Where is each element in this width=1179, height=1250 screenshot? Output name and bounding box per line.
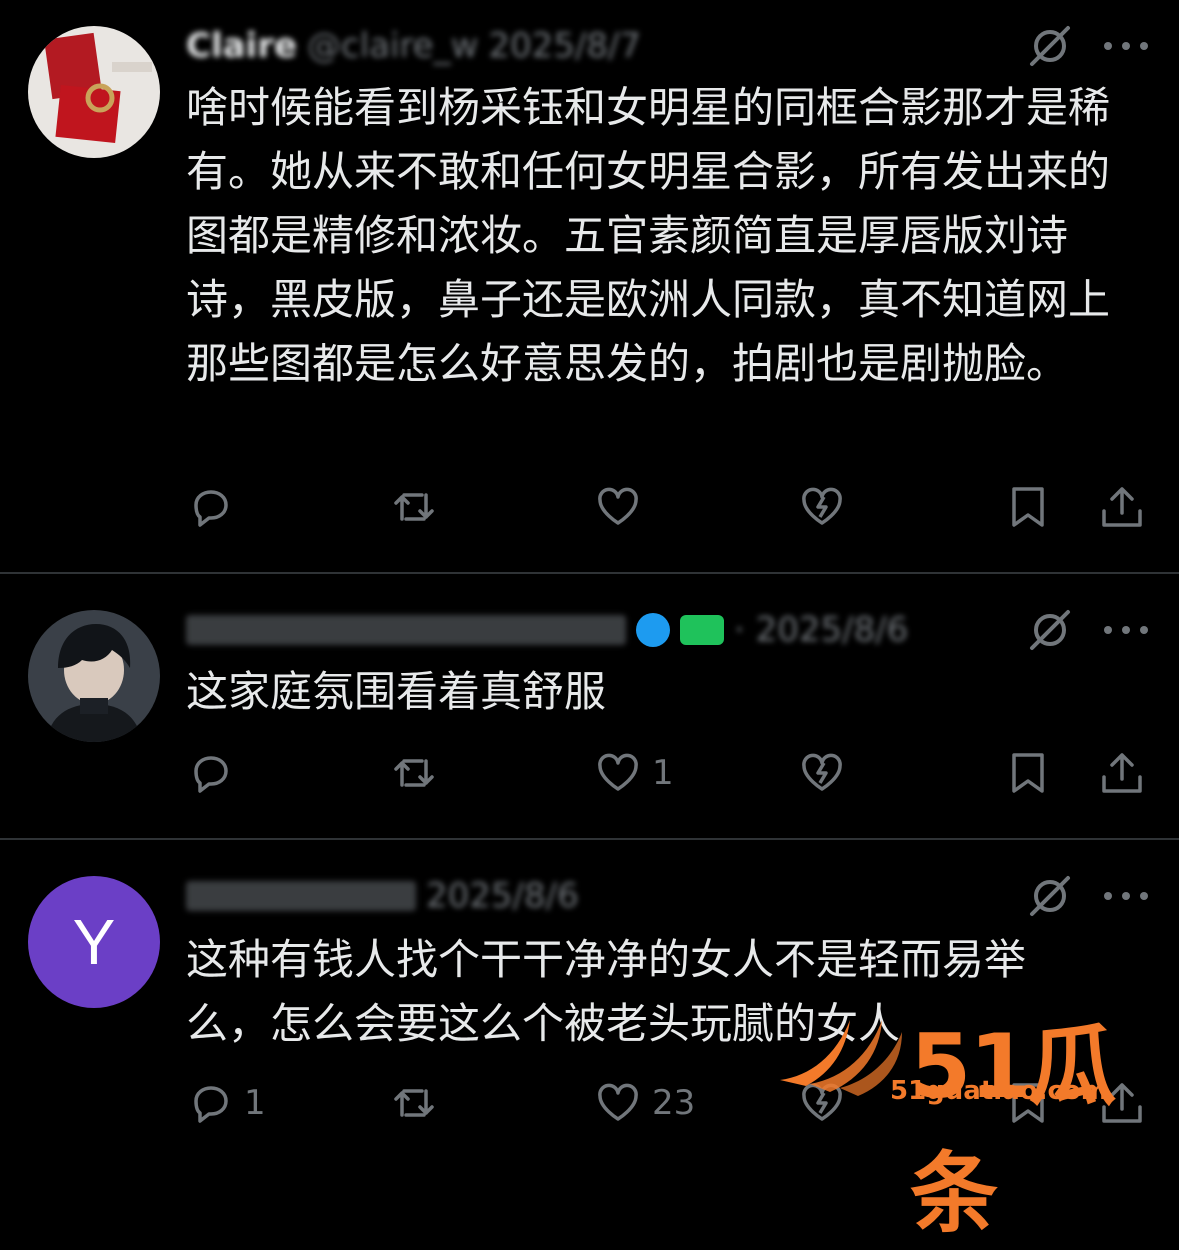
reply-button[interactable] bbox=[186, 482, 244, 532]
author-name[interactable]: Claire bbox=[186, 26, 297, 66]
reply-2[interactable]: · 2025/8/6 这家庭氛围看着真舒服 1 bbox=[0, 574, 1179, 838]
like-button[interactable]: 1 bbox=[594, 748, 674, 798]
more-icon[interactable] bbox=[1104, 620, 1148, 640]
reply-date[interactable]: · 2025/8/6 bbox=[734, 610, 908, 650]
watermark-title: 51瓜条 bbox=[910, 1015, 1116, 1245]
action-bar: 1 bbox=[0, 748, 1179, 798]
bookmark-icon bbox=[1012, 753, 1044, 793]
like-count: 23 bbox=[652, 1083, 696, 1123]
like-icon bbox=[598, 753, 638, 791]
reply-1[interactable]: Claire @claire_w 2025/8/7 啥时候能看到杨采钰和女明星的… bbox=[0, 0, 1179, 572]
like-icon bbox=[598, 487, 638, 525]
reply-header: · 2025/8/6 bbox=[186, 610, 908, 650]
like-button[interactable] bbox=[594, 482, 652, 532]
reply-icon bbox=[194, 756, 228, 793]
retweet-icon bbox=[394, 1089, 434, 1117]
dislike-icon bbox=[802, 753, 842, 791]
author-name[interactable] bbox=[186, 881, 416, 911]
watermark-logo: 51瓜条 51guatiao.com bbox=[760, 992, 1160, 1245]
like-icon bbox=[598, 1083, 638, 1121]
grok-icon[interactable] bbox=[1026, 872, 1074, 920]
share-icon bbox=[1102, 487, 1142, 527]
like-button[interactable]: 23 bbox=[594, 1078, 695, 1128]
share-button[interactable] bbox=[1098, 482, 1146, 532]
share-button[interactable] bbox=[1098, 748, 1146, 798]
reply-button[interactable] bbox=[186, 748, 244, 798]
avatar[interactable] bbox=[28, 610, 160, 742]
dislike-button[interactable] bbox=[798, 482, 846, 532]
bookmark-button[interactable] bbox=[1004, 482, 1052, 532]
author-name[interactable] bbox=[186, 615, 626, 645]
share-icon bbox=[1102, 753, 1142, 793]
reply-text: 啥时候能看到杨采钰和女明星的同框合影那才是稀有。她从来不敢和任何女明星合影，所有… bbox=[186, 83, 1111, 388]
retweet-button[interactable] bbox=[390, 1078, 438, 1128]
author-handle[interactable]: @claire_w bbox=[307, 26, 478, 66]
dislike-button[interactable] bbox=[798, 748, 846, 798]
more-icon[interactable] bbox=[1104, 886, 1148, 906]
more-icon[interactable] bbox=[1104, 36, 1148, 56]
avatar-letter: Y bbox=[72, 906, 116, 978]
reply-icon bbox=[194, 1086, 228, 1123]
bookmark-icon bbox=[1012, 487, 1044, 527]
grok-icon[interactable] bbox=[1026, 22, 1074, 70]
reply-icon bbox=[194, 490, 228, 527]
reply-count: 1 bbox=[244, 1083, 266, 1123]
avatar[interactable] bbox=[28, 26, 160, 158]
verified-badge-icon bbox=[636, 613, 670, 647]
reply-date[interactable]: 2025/8/7 bbox=[488, 26, 641, 66]
reply-date[interactable]: 2025/8/6 bbox=[426, 876, 579, 916]
like-count: 1 bbox=[652, 753, 674, 793]
watermark-url: 51guatiao.com bbox=[890, 1076, 1108, 1106]
retweet-button[interactable] bbox=[390, 748, 438, 798]
reply-text: 这家庭氛围看着真舒服 bbox=[186, 667, 607, 716]
grok-icon[interactable] bbox=[1026, 606, 1074, 654]
retweet-button[interactable] bbox=[390, 482, 438, 532]
retweet-icon bbox=[394, 759, 434, 787]
reply-header: 2025/8/6 bbox=[186, 876, 579, 916]
dislike-icon bbox=[802, 487, 842, 525]
bookmark-button[interactable] bbox=[1004, 748, 1052, 798]
reply-header: Claire @claire_w 2025/8/7 bbox=[186, 26, 641, 66]
retweet-icon bbox=[394, 493, 434, 521]
reply-button[interactable]: 1 bbox=[186, 1078, 266, 1128]
green-badge-icon bbox=[680, 615, 724, 645]
action-bar bbox=[0, 482, 1179, 532]
avatar[interactable]: Y bbox=[28, 876, 160, 1008]
